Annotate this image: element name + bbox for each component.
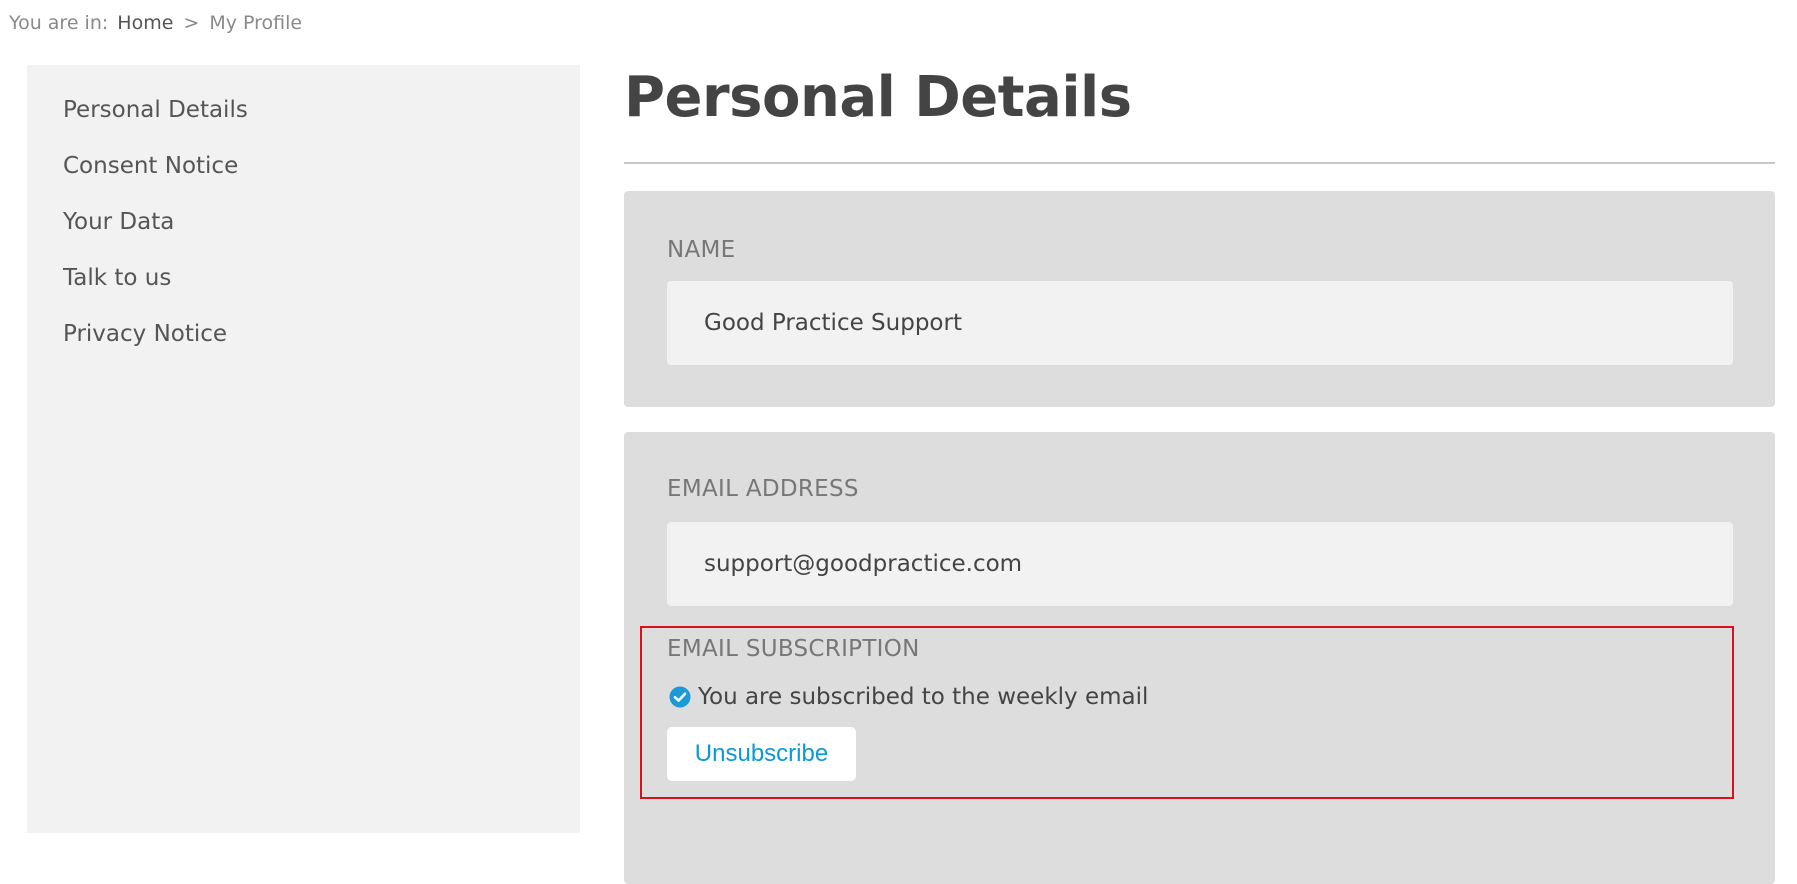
page-title: Personal Details — [624, 65, 1132, 130]
email-card: EMAIL ADDRESS support@goodpractice.com E… — [624, 432, 1775, 884]
title-divider — [624, 162, 1775, 164]
sidebar-item-privacy-notice[interactable]: Privacy Notice — [63, 319, 580, 375]
email-label: EMAIL ADDRESS — [667, 476, 859, 502]
unsubscribe-button[interactable]: Unsubscribe — [667, 727, 856, 781]
subscription-status-text: You are subscribed to the weekly email — [698, 684, 1149, 710]
email-field: support@goodpractice.com — [667, 522, 1733, 606]
breadcrumb-home-link[interactable]: Home — [117, 12, 173, 34]
sidebar-item-consent-notice[interactable]: Consent Notice — [63, 151, 580, 207]
name-field: Good Practice Support — [667, 281, 1733, 365]
breadcrumb-separator: > — [183, 12, 200, 34]
name-label: NAME — [667, 237, 736, 263]
sidebar-item-talk-to-us[interactable]: Talk to us — [63, 263, 580, 319]
breadcrumb-prefix: You are in: — [9, 12, 109, 34]
sidebar-item-personal-details[interactable]: Personal Details — [63, 95, 580, 151]
subscription-label: EMAIL SUBSCRIPTION — [667, 636, 920, 662]
name-card: NAME Good Practice Support — [624, 191, 1775, 407]
breadcrumb: You are in: Home > My Profile — [9, 12, 302, 34]
sidebar-item-your-data[interactable]: Your Data — [63, 207, 580, 263]
email-subscription-section: EMAIL SUBSCRIPTION You are subscribed to… — [640, 626, 1734, 799]
sidebar: Personal Details Consent Notice Your Dat… — [27, 65, 580, 833]
breadcrumb-current: My Profile — [209, 12, 303, 34]
check-circle-icon — [669, 686, 691, 708]
subscription-status: You are subscribed to the weekly email — [669, 684, 1148, 710]
sidebar-menu: Personal Details Consent Notice Your Dat… — [27, 65, 580, 375]
main-content: Personal Details NAME Good Practice Supp… — [624, 60, 1775, 884]
